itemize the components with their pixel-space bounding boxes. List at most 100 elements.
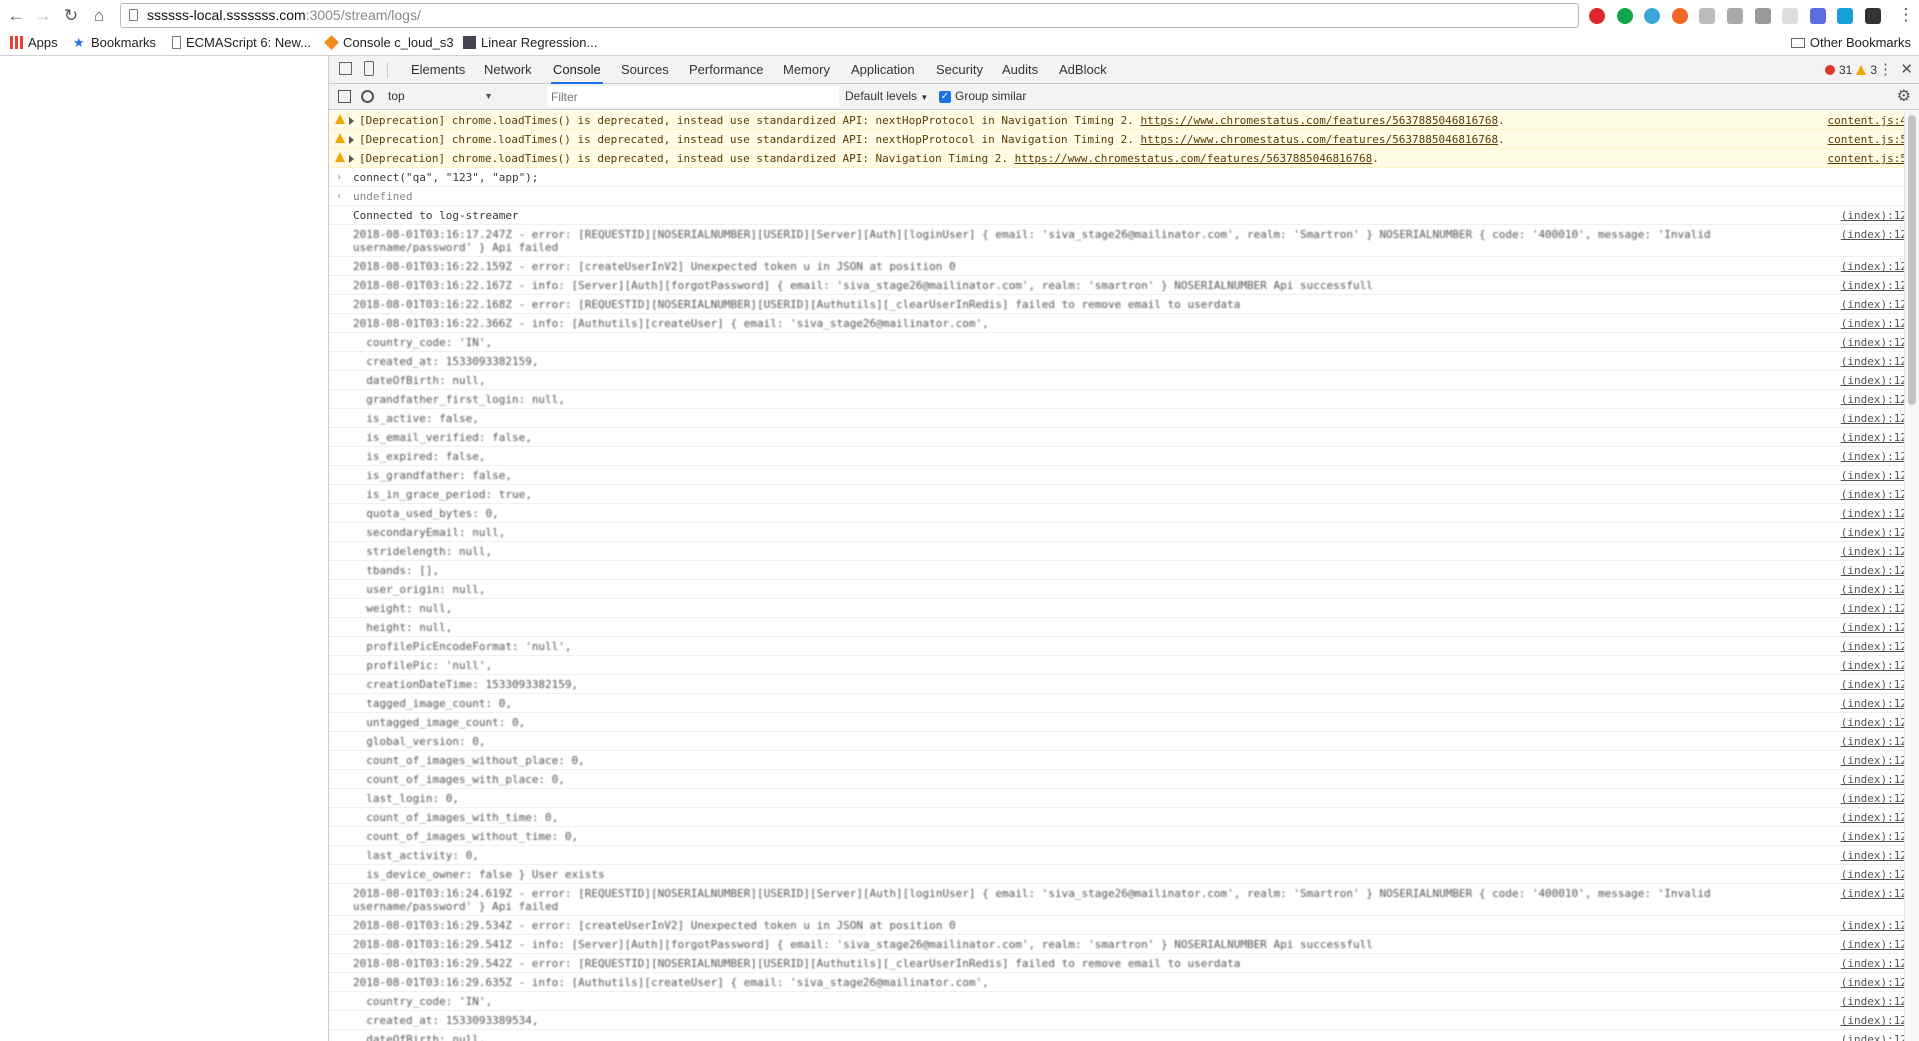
extension-icon[interactable] [1754,8,1771,24]
source-link[interactable]: (index):12 [1817,317,1904,330]
source-link[interactable]: (index):12 [1817,849,1904,862]
warning-link[interactable]: https://www.chromestatus.com/features/56… [1140,114,1498,127]
source-link[interactable]: (index):12 [1817,640,1904,653]
device-toolbar-icon[interactable] [364,61,374,76]
source-link[interactable]: (index):12 [1817,1033,1904,1041]
source-link[interactable]: (index):12 [1817,754,1904,767]
expand-triangle-icon[interactable] [349,155,354,163]
source-link[interactable]: (index):12 [1817,507,1904,520]
console-warning-row[interactable]: [Deprecation] chrome.loadTimes() is depr… [329,130,1904,149]
source-link[interactable]: content.js:4 [1817,114,1904,127]
source-link[interactable]: (index):12 [1817,260,1904,273]
extension-icon[interactable] [1782,8,1799,24]
checkbox-checked-icon[interactable]: ✓ [939,90,951,103]
expand-triangle-icon[interactable] [349,136,354,144]
tab-elements[interactable]: Elements [409,56,467,84]
menu-kebab-icon[interactable]: ⋮ [1896,5,1916,25]
extension-icon[interactable] [1837,8,1854,24]
close-devtools-icon[interactable]: ✕ [1900,56,1913,83]
source-link[interactable]: (index):12 [1817,697,1904,710]
source-link[interactable]: (index):12 [1817,526,1904,539]
extension-icon[interactable] [1671,8,1688,24]
source-link[interactable]: (index):12 [1817,735,1904,748]
tab-audits[interactable]: Audits [1000,56,1040,84]
tab-memory[interactable]: Memory [781,56,832,84]
tab-console[interactable]: Console [551,56,603,84]
source-link[interactable]: content.js:5 [1817,133,1904,146]
context-select[interactable]: top ▼ [384,86,497,107]
bookmark-item[interactable]: Console c_loud_s3 [324,35,454,50]
group-similar-toggle[interactable]: ✓ Group similar [939,84,1026,109]
warning-link[interactable]: https://www.chromestatus.com/features/56… [1015,152,1373,165]
scrollbar-thumb[interactable] [1908,115,1916,405]
extension-icon[interactable] [1865,8,1881,24]
source-link[interactable]: (index):12 [1817,957,1904,970]
source-link[interactable]: (index):12 [1817,393,1904,406]
source-link[interactable]: (index):12 [1817,995,1904,1008]
source-link[interactable]: (index):12 [1817,279,1904,292]
source-link[interactable]: (index):12 [1817,811,1904,824]
warning-link[interactable]: https://www.chromestatus.com/features/56… [1140,133,1498,146]
log-levels-dropdown[interactable]: Default levels ▼ [845,84,928,110]
source-link[interactable]: (index):12 [1817,887,1904,900]
bookmark-item[interactable]: Linear Regression... [463,35,597,50]
reload-icon[interactable]: ↻ [61,6,81,26]
source-link[interactable]: (index):12 [1817,355,1904,368]
tab-adblock[interactable]: AdBlock [1057,56,1109,84]
extension-icon[interactable] [1589,8,1605,24]
tab-security[interactable]: Security [934,56,985,84]
extension-icon[interactable] [1616,8,1633,24]
source-link[interactable]: (index):12 [1817,488,1904,501]
source-link[interactable]: (index):12 [1817,412,1904,425]
source-link[interactable]: (index):12 [1817,919,1904,932]
source-link[interactable]: (index):12 [1817,545,1904,558]
sidebar-toggle-icon[interactable] [338,90,351,103]
source-link[interactable]: (index):12 [1817,469,1904,482]
source-link[interactable]: (index):12 [1817,678,1904,691]
source-link[interactable]: (index):12 [1817,336,1904,349]
tab-network[interactable]: Network [482,56,534,84]
clear-console-icon[interactable] [361,90,374,103]
bookmark-item[interactable]: Apps [10,35,58,50]
source-link[interactable]: (index):12 [1817,976,1904,989]
console-scrollbar[interactable] [1904,111,1919,1041]
extension-icon[interactable] [1727,8,1743,24]
tab-application[interactable]: Application [849,56,917,84]
console-warning-row[interactable]: [Deprecation] chrome.loadTimes() is depr… [329,111,1904,130]
source-link[interactable]: (index):12 [1817,209,1904,222]
source-link[interactable]: (index):12 [1817,659,1904,672]
back-icon[interactable]: ← [6,6,26,26]
source-link[interactable]: (index):12 [1817,298,1904,311]
console-warning-row[interactable]: [Deprecation] chrome.loadTimes() is depr… [329,149,1904,168]
bookmark-item[interactable]: ★ Bookmarks [73,35,156,50]
source-link[interactable]: (index):12 [1817,431,1904,444]
console-settings-gear-icon[interactable]: ⚙ [1897,86,1911,106]
source-link[interactable]: (index):12 [1817,602,1904,615]
source-link[interactable]: (index):12 [1817,938,1904,951]
address-bar[interactable]: ssssss-local.sssssss.com:3005/stream/log… [120,3,1579,28]
source-link[interactable]: (index):12 [1817,792,1904,805]
forward-icon[interactable]: → [33,6,53,26]
source-link[interactable]: (index):12 [1817,450,1904,463]
expand-triangle-icon[interactable] [349,117,354,125]
other-bookmarks[interactable]: Other Bookmarks [1790,35,1911,50]
issue-counters[interactable]: 31 3 [1824,56,1877,84]
source-link[interactable]: (index):12 [1817,374,1904,387]
source-link[interactable]: (index):12 [1817,716,1904,729]
home-icon[interactable]: ⌂ [89,6,109,26]
extension-icon[interactable] [1699,8,1716,24]
source-link[interactable]: (index):12 [1817,228,1904,241]
source-link[interactable]: (index):12 [1817,1014,1904,1027]
extension-icon[interactable] [1644,8,1661,24]
source-link[interactable]: (index):12 [1817,868,1904,881]
source-link[interactable]: (index):12 [1817,564,1904,577]
bookmark-item[interactable]: ECMAScript 6: New... [172,35,311,50]
filter-input[interactable] [547,86,839,107]
source-link[interactable]: (index):12 [1817,830,1904,843]
tab-performance[interactable]: Performance [687,56,765,84]
devtools-menu-icon[interactable]: ⋮ [1878,56,1893,83]
extension-icon[interactable] [1809,8,1826,24]
source-link[interactable]: (index):12 [1817,621,1904,634]
inspect-element-icon[interactable] [339,62,352,75]
source-link[interactable]: content.js:5 [1817,152,1904,165]
